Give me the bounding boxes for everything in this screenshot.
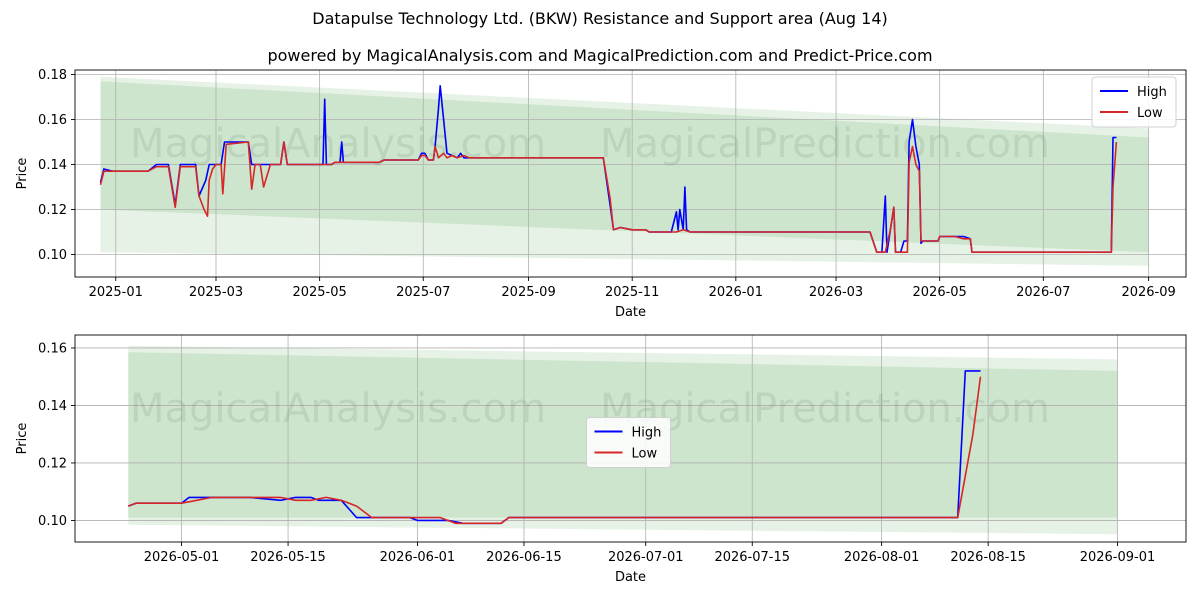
x-tick-label: 2026-08-15 [950,550,1026,565]
x-tick-label: 2025-05 [292,285,346,300]
bottom-chart-panel: MagicalAnalysis.com MagicalPrediction.com… [15,334,1187,585]
x-tick-label: 2026-05 [913,285,967,300]
y-tick-label: 0.10 [38,248,67,263]
y-axis-label: Price [15,423,30,455]
legend: High Low [586,417,671,468]
x-tick-label: 2026-06-01 [380,550,456,565]
y-tick-label: 0.12 [38,203,67,218]
x-tick-label: 2025-03 [189,285,243,300]
y-tick-label: 0.10 [38,514,67,529]
x-tick-label: 2026-03 [809,285,863,300]
x-tick-label: 2026-01 [709,285,763,300]
x-tick-label: 2026-09-01 [1080,550,1156,565]
top-chart-panel: MagicalAnalysis.com MagicalPrediction.com… [15,68,1187,320]
legend: High Low [1091,76,1177,128]
legend-label-low: Low [632,447,658,462]
y-tick-label: 0.16 [38,341,67,356]
y-tick-label: 0.16 [38,113,67,128]
x-tick-label: 2026-08-01 [844,550,920,565]
x-tick-label: 2025-07 [396,285,450,300]
x-tick-label: 2025-01 [89,285,143,300]
x-axis-label: Date [615,305,646,320]
x-tick-label: 2026-09 [1121,285,1175,300]
y-axis-label: Price [15,158,30,190]
x-tick-label: 2026-07-01 [608,550,684,565]
legend-label-high: High [632,426,662,441]
watermark-left: MagicalAnalysis.com [130,121,546,167]
watermark-left: MagicalAnalysis.com [130,386,546,432]
legend-label-high: High [1137,85,1167,100]
figure: MagicalAnalysis.com MagicalPrediction.com… [15,68,1187,585]
x-tick-label: 2026-05-01 [144,550,220,565]
y-tick-label: 0.14 [38,399,67,414]
x-tick-label: 2026-05-15 [250,550,326,565]
legend-label-low: Low [1137,106,1163,121]
y-tick-label: 0.14 [38,158,67,173]
y-tick-label: 0.18 [38,68,67,83]
x-tick-label: 2026-06-15 [486,550,562,565]
x-tick-label: 2026-07 [1016,285,1070,300]
y-tick-label: 0.12 [38,456,67,471]
x-axis-label: Date [615,570,646,585]
x-tick-label: 2026-07-15 [714,550,790,565]
x-tick-label: 2025-11 [605,285,659,300]
watermark-right: MagicalPrediction.com [600,121,1050,167]
x-tick-label: 2025-09 [501,285,555,300]
